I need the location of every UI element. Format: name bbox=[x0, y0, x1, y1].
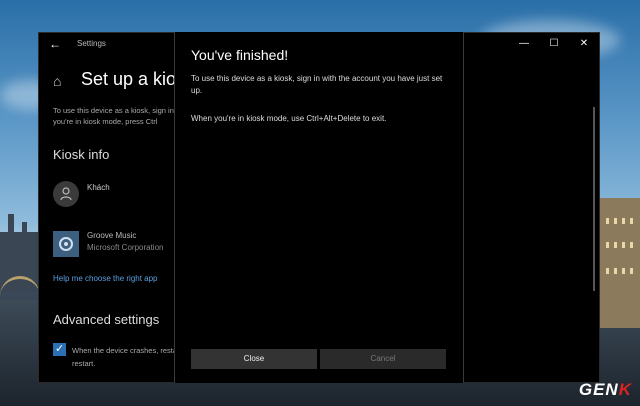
finished-dialog: You've finished! To use this device as a… bbox=[174, 32, 464, 383]
description-line: you're in kiosk mode, press Ctrl bbox=[53, 117, 158, 126]
minimize-button[interactable]: — bbox=[509, 33, 539, 55]
restart-on-crash-label: When the device crashes, restart. restar… bbox=[72, 344, 174, 370]
dialog-message: To use this device as a kiosk, sign in w… bbox=[191, 74, 443, 95]
check-label-line: restart. bbox=[72, 359, 96, 368]
dialog-exit-instructions: When you're in kiosk mode, use Ctrl+Alt+… bbox=[191, 114, 387, 123]
page-description: To use this device as a kiosk, sign in w… bbox=[53, 105, 177, 127]
home-icon[interactable]: ⌂ bbox=[53, 74, 67, 88]
genk-watermark-logo: GENK bbox=[579, 380, 632, 400]
kiosk-user-name: Khách bbox=[87, 183, 110, 192]
page-title: Set up a kiosk bbox=[81, 69, 177, 89]
restart-on-crash-checkbox[interactable] bbox=[53, 342, 66, 356]
description-line: To use this device as a kiosk, sign in w… bbox=[53, 106, 177, 115]
back-arrow-icon[interactable]: ← bbox=[49, 37, 61, 51]
close-button[interactable]: Close bbox=[191, 349, 317, 369]
parliament-building bbox=[600, 198, 640, 328]
window-title: Settings bbox=[77, 39, 106, 48]
scrollbar[interactable] bbox=[593, 107, 595, 291]
cancel-button[interactable]: Cancel bbox=[320, 349, 446, 369]
close-window-button[interactable]: ✕ bbox=[569, 33, 599, 55]
maximize-button[interactable]: ☐ bbox=[539, 33, 569, 55]
person-icon bbox=[53, 181, 79, 207]
help-choose-app-link[interactable]: Help me choose the right app bbox=[53, 274, 177, 283]
dialog-title: You've finished! bbox=[191, 47, 289, 63]
window-controls: — ☐ ✕ bbox=[509, 33, 599, 55]
check-label-line: When the device crashes, restart. bbox=[72, 346, 174, 355]
watermark-part: GEN bbox=[578, 380, 619, 399]
kiosk-app-name: Groove Music bbox=[87, 231, 137, 240]
watermark-part: K bbox=[618, 380, 632, 399]
advanced-settings-heading: Advanced settings bbox=[53, 312, 160, 327]
kiosk-info-heading: Kiosk info bbox=[53, 147, 110, 162]
groove-music-icon bbox=[53, 231, 79, 257]
kiosk-app-publisher: Microsoft Corporation bbox=[87, 243, 164, 252]
